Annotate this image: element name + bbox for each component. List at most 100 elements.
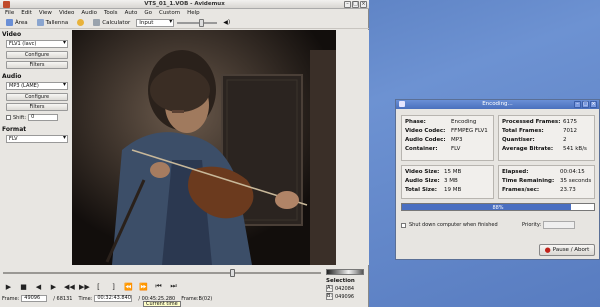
time-input[interactable]: 00:32:43.840 (94, 295, 133, 302)
video-codec-select[interactable]: FLV1 (lavc) (6, 40, 68, 48)
avg-bitrate-value: 541 kB/s (563, 146, 587, 152)
selection-a-button[interactable]: A: (326, 285, 333, 292)
avg-bitrate-label: Average Bitrate: (502, 146, 554, 152)
audio-size-label: Audio Size: (405, 178, 440, 184)
shutdown-checkbox[interactable] (401, 222, 406, 228)
properties-button[interactable] (74, 18, 87, 27)
shift-checkbox[interactable] (6, 115, 11, 120)
selection-a-value: 042084 (335, 285, 355, 292)
encoding-dialog: Encoding... – □ × Phase: Encoding Video … (395, 99, 600, 260)
save-button[interactable]: Tallenna (34, 18, 72, 27)
audio-codec-label: Audio Codec: (405, 137, 446, 143)
phase-value: Encoding (451, 119, 477, 125)
dialog-maximize-icon[interactable]: □ (582, 101, 589, 108)
dialog-close-icon[interactable]: × (590, 101, 597, 108)
time-label: Time: (78, 295, 93, 302)
menu-custom[interactable]: Custom (159, 10, 180, 16)
menu-auto[interactable]: Auto (125, 10, 138, 16)
close-icon[interactable]: × (360, 1, 367, 8)
audio-codec-value: MP3 (451, 137, 463, 143)
frame-input[interactable]: 49096 (21, 295, 48, 302)
dialog-titlebar[interactable]: Encoding... – □ × (396, 100, 599, 109)
minimize-icon[interactable]: – (344, 1, 351, 8)
audio-meter (326, 269, 364, 275)
selection-b-button[interactable]: B: (326, 293, 333, 300)
avidemux-window: VTS_01_1.VOB - Avidemux – □ × File Edit … (0, 0, 369, 307)
menu-edit[interactable]: Edit (21, 10, 32, 16)
volume-slider-knob[interactable] (199, 18, 205, 27)
processed-frames-value: 6175 (563, 119, 577, 125)
quantiser-label: Quantiser: (502, 137, 535, 143)
volume-slider[interactable] (177, 18, 218, 27)
mark-a-icon[interactable]: [ (94, 283, 103, 291)
quantiser-value: 2 (563, 137, 567, 143)
shift-label: Shift: (13, 114, 27, 121)
mark-b-icon[interactable]: ] (109, 283, 118, 291)
video-frame-image (72, 30, 336, 265)
stop-icon[interactable]: ■ (19, 283, 28, 291)
encoding-progress-bar: 88% (401, 203, 595, 211)
pause-abort-button[interactable]: ● Pause / Abort (539, 244, 595, 256)
menu-help[interactable]: Help (187, 10, 200, 16)
calculator-label: Calculator (102, 19, 131, 26)
first-frame-icon[interactable]: ⏮ (154, 282, 163, 291)
next-keyframe-icon[interactable]: ▶▶ (79, 283, 90, 291)
priority-row: Priority: (522, 221, 576, 229)
video-codec-label: Video Codec: (405, 128, 446, 134)
dialog-minimize-icon[interactable]: – (574, 101, 581, 108)
menu-tools[interactable]: Tools (104, 10, 118, 16)
audio-section-label: Audio (2, 73, 22, 80)
frame-type: Frame:B(02) (181, 295, 213, 302)
maximize-icon[interactable]: □ (352, 1, 359, 8)
open-button[interactable]: Àrea (3, 18, 31, 27)
total-frames-label: Total Frames: (502, 128, 544, 134)
window-titlebar[interactable]: VTS_01_1.VOB - Avidemux – □ × (0, 0, 369, 9)
time-remaining-value: 35 seconds (560, 178, 592, 184)
calculator-icon (93, 19, 101, 26)
input-output-select[interactable]: Input (136, 18, 175, 27)
audio-filters-button[interactable]: Filters (6, 103, 68, 111)
video-size-value: 15 MB (444, 169, 462, 175)
frame-total: / 68131 (53, 295, 73, 302)
current-time-tooltip: Current time (143, 301, 181, 307)
save-label: Tallenna (45, 19, 69, 26)
menu-video[interactable]: Video (59, 10, 74, 16)
status-bar: Frame: 49096 / 68131 Time: 00:32:43.840 … (2, 295, 212, 302)
video-filters-button[interactable]: Filters (6, 61, 68, 69)
format-select[interactable]: FLV (6, 135, 68, 143)
menu-audio[interactable]: Audio (81, 10, 97, 16)
menu-view[interactable]: View (39, 10, 52, 16)
video-configure-button[interactable]: Configure (6, 51, 68, 59)
selection-title: Selection (326, 278, 355, 284)
folder-open-icon (6, 19, 13, 26)
seek-slider[interactable] (3, 269, 321, 277)
next-black-icon[interactable]: ⏩ (139, 283, 148, 291)
menu-file[interactable]: File (5, 10, 14, 16)
priority-label: Priority: (522, 222, 542, 228)
play-icon[interactable]: ▶ (4, 283, 13, 291)
seek-knob[interactable] (229, 269, 235, 277)
speaker-button[interactable]: ◀) (220, 18, 233, 27)
window-title: VTS_01_1.VOB - Avidemux (144, 1, 225, 7)
speaker-icon: ◀) (223, 19, 231, 26)
rewind-icon[interactable]: ◀ (34, 283, 43, 291)
priority-select[interactable] (543, 221, 576, 229)
forward-icon[interactable]: ▶ (49, 283, 58, 291)
container-label: Container: (405, 146, 438, 152)
video-size-label: Video Size: (405, 169, 440, 175)
elapsed-value: 00:04:15 (560, 169, 585, 175)
dialog-title: Encoding... (482, 101, 513, 107)
audio-codec-select[interactable]: MP3 (LAME) (6, 82, 68, 90)
time-remaining-label: Time Remaining: (502, 178, 555, 184)
prev-black-icon[interactable]: ⏪ (124, 283, 133, 291)
shutdown-option: Shut down computer when finished (401, 222, 498, 228)
audio-configure-button[interactable]: Configure (6, 93, 68, 101)
last-frame-icon[interactable]: ⏭ (169, 282, 178, 291)
shift-spinner[interactable]: 0 (28, 114, 59, 121)
calculator-button[interactable]: Calculator (90, 18, 133, 27)
volume-slider-rail (177, 21, 218, 24)
prev-keyframe-icon[interactable]: ◀◀ (64, 283, 75, 291)
processed-frames-label: Processed Frames: (502, 119, 561, 125)
menu-go[interactable]: Go (144, 10, 152, 16)
video-codec-value: FFMPEG FLV1 (451, 128, 488, 134)
